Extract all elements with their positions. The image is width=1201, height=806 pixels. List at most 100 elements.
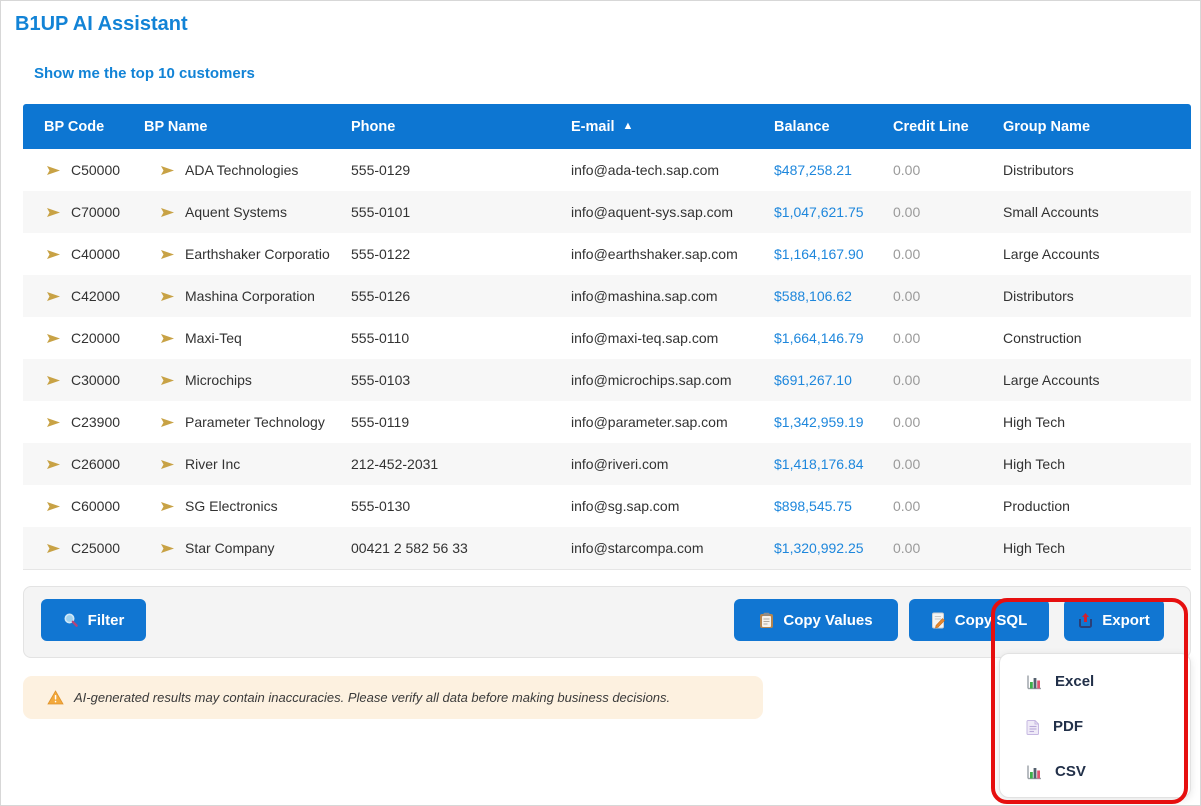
export-upload-icon: [1078, 612, 1093, 628]
drilldown-arrow-icon[interactable]: [47, 249, 60, 260]
bp-name-cell[interactable]: Maxi-Teq: [123, 330, 330, 346]
bp-name-cell[interactable]: ADA Technologies: [123, 162, 330, 178]
column-header-bp-name[interactable]: BP Name: [123, 119, 330, 135]
bp-name-cell[interactable]: Earthshaker Corporation: [123, 246, 330, 262]
ai-disclaimer-banner: AI-generated results may contain inaccur…: [23, 676, 763, 719]
bp-name-cell[interactable]: Mashina Corporation: [123, 288, 330, 304]
drilldown-arrow-icon[interactable]: [47, 501, 60, 512]
bp-name-cell[interactable]: Parameter Technology: [123, 414, 330, 430]
export-menu-item-pdf[interactable]: PDF: [1000, 704, 1190, 749]
drilldown-arrow-icon[interactable]: [47, 417, 60, 428]
drilldown-arrow-icon[interactable]: [161, 375, 174, 386]
balance-cell[interactable]: $1,320,992.25: [753, 540, 872, 556]
bar-chart-icon: [1026, 764, 1042, 780]
page-title: B1UP AI Assistant: [15, 13, 188, 36]
credit-line-cell: 0.00: [872, 288, 982, 304]
group-name-cell: Small Accounts: [982, 204, 1191, 220]
phone-cell: 212-452-2031: [330, 456, 550, 472]
credit-line-cell: 0.00: [872, 162, 982, 178]
filter-button[interactable]: Filter: [41, 599, 146, 641]
bp-code-cell[interactable]: C42000: [23, 288, 123, 304]
copy-sql-button[interactable]: Copy SQL: [909, 599, 1049, 641]
bp-code-cell[interactable]: C40000: [23, 246, 123, 262]
credit-line-cell: 0.00: [872, 456, 982, 472]
balance-cell[interactable]: $588,106.62: [753, 288, 872, 304]
bp-code-cell[interactable]: C70000: [23, 204, 123, 220]
results-table: BP Code BP Name Phone E-mail ▲ Balance C…: [23, 104, 1191, 570]
column-header-bp-code[interactable]: BP Code: [23, 119, 123, 135]
drilldown-arrow-icon[interactable]: [47, 543, 60, 554]
drilldown-arrow-icon[interactable]: [161, 249, 174, 260]
balance-cell[interactable]: $1,164,167.90: [753, 246, 872, 262]
drilldown-arrow-icon[interactable]: [161, 459, 174, 470]
email-cell: info@ada-tech.sap.com: [550, 162, 753, 178]
table-row[interactable]: C26000River Inc212-452-2031info@riveri.c…: [23, 443, 1191, 485]
drilldown-arrow-icon[interactable]: [47, 459, 60, 470]
bp-code-cell[interactable]: C60000: [23, 498, 123, 514]
group-name-cell: High Tech: [982, 540, 1191, 556]
drilldown-arrow-icon[interactable]: [47, 333, 60, 344]
search-icon: [63, 612, 79, 628]
drilldown-arrow-icon[interactable]: [161, 291, 174, 302]
table-row[interactable]: C25000Star Company00421 2 582 56 33info@…: [23, 527, 1191, 569]
balance-cell[interactable]: $487,258.21: [753, 162, 872, 178]
balance-cell[interactable]: $1,418,176.84: [753, 456, 872, 472]
sql-document-pencil-icon: [931, 612, 946, 629]
drilldown-arrow-icon[interactable]: [47, 291, 60, 302]
export-menu-item-csv[interactable]: CSV: [1000, 749, 1190, 794]
column-header-email[interactable]: E-mail ▲: [550, 119, 753, 135]
email-cell: info@parameter.sap.com: [550, 414, 753, 430]
group-name-cell: Large Accounts: [982, 246, 1191, 262]
drilldown-arrow-icon[interactable]: [161, 501, 174, 512]
email-cell: info@sg.sap.com: [550, 498, 753, 514]
phone-cell: 555-0101: [330, 204, 550, 220]
balance-cell[interactable]: $1,664,146.79: [753, 330, 872, 346]
table-row[interactable]: C20000Maxi-Teq555-0110info@maxi-teq.sap.…: [23, 317, 1191, 359]
drilldown-arrow-icon[interactable]: [161, 165, 174, 176]
table-row[interactable]: C30000Microchips555-0103info@microchips.…: [23, 359, 1191, 401]
phone-cell: 555-0122: [330, 246, 550, 262]
bp-name-cell[interactable]: River Inc: [123, 456, 330, 472]
bp-code-cell[interactable]: C26000: [23, 456, 123, 472]
phone-cell: 555-0126: [330, 288, 550, 304]
drilldown-arrow-icon[interactable]: [161, 207, 174, 218]
bp-name-cell[interactable]: Star Company: [123, 540, 330, 556]
balance-cell[interactable]: $1,047,621.75: [753, 204, 872, 220]
drilldown-arrow-icon[interactable]: [47, 207, 60, 218]
table-row[interactable]: C70000Aquent Systems555-0101info@aquent-…: [23, 191, 1191, 233]
table-row[interactable]: C50000ADA Technologies555-0129info@ada-t…: [23, 149, 1191, 191]
balance-cell[interactable]: $898,545.75: [753, 498, 872, 514]
table-row[interactable]: C60000SG Electronics555-0130info@sg.sap.…: [23, 485, 1191, 527]
bp-code-cell[interactable]: C50000: [23, 162, 123, 178]
table-row[interactable]: C40000Earthshaker Corporation555-0122inf…: [23, 233, 1191, 275]
column-header-phone[interactable]: Phone: [330, 119, 550, 135]
bp-name-cell[interactable]: Microchips: [123, 372, 330, 388]
drilldown-arrow-icon[interactable]: [161, 417, 174, 428]
column-header-credit-line[interactable]: Credit Line: [872, 119, 982, 135]
credit-line-cell: 0.00: [872, 372, 982, 388]
drilldown-arrow-icon[interactable]: [47, 165, 60, 176]
credit-line-cell: 0.00: [872, 204, 982, 220]
bp-code-cell[interactable]: C23900: [23, 414, 123, 430]
bp-code-cell[interactable]: C30000: [23, 372, 123, 388]
bp-name-cell[interactable]: SG Electronics: [123, 498, 330, 514]
bp-name-cell[interactable]: Aquent Systems: [123, 204, 330, 220]
table-row[interactable]: C42000Mashina Corporation555-0126info@ma…: [23, 275, 1191, 317]
column-header-group-name[interactable]: Group Name: [982, 119, 1191, 135]
phone-cell: 555-0110: [330, 330, 550, 346]
export-button[interactable]: Export: [1064, 599, 1164, 641]
balance-cell[interactable]: $691,267.10: [753, 372, 872, 388]
drilldown-arrow-icon[interactable]: [161, 333, 174, 344]
balance-cell[interactable]: $1,342,959.19: [753, 414, 872, 430]
table-row[interactable]: C23900Parameter Technology555-0119info@p…: [23, 401, 1191, 443]
sort-ascending-icon[interactable]: ▲: [623, 121, 634, 132]
pdf-document-icon: [1026, 719, 1040, 735]
column-header-balance[interactable]: Balance: [753, 119, 872, 135]
drilldown-arrow-icon[interactable]: [47, 375, 60, 386]
bp-code-cell[interactable]: C20000: [23, 330, 123, 346]
b1up-ai-assistant-window: B1UP AI Assistant Show me the top 10 cus…: [0, 0, 1201, 806]
copy-values-button[interactable]: Copy Values: [734, 599, 898, 641]
export-menu-item-excel[interactable]: Excel: [1000, 659, 1190, 704]
bp-code-cell[interactable]: C25000: [23, 540, 123, 556]
drilldown-arrow-icon[interactable]: [161, 543, 174, 554]
